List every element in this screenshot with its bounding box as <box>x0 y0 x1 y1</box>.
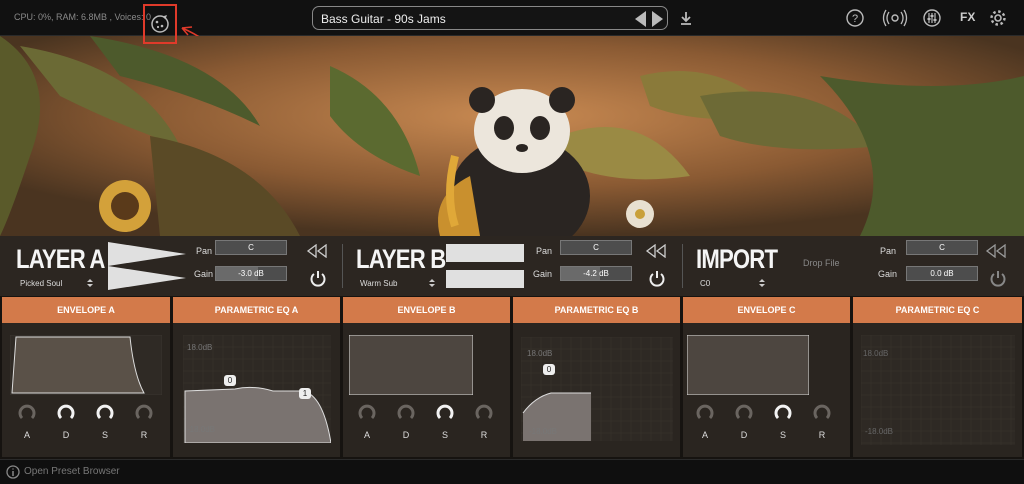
eq-b-db-bottom: -18.0dB <box>529 427 558 436</box>
knob-c-d[interactable] <box>735 404 753 422</box>
knob-label-d: D <box>740 430 748 440</box>
layer-b-instrument[interactable]: Warm Sub <box>360 279 398 288</box>
import-power-icon[interactable] <box>989 269 1007 287</box>
knob-label-a: A <box>701 430 708 440</box>
layer-b-title: LAYER B <box>356 244 446 274</box>
knob-c-r[interactable] <box>813 404 831 422</box>
import-pan-field[interactable]: C <box>906 240 978 255</box>
eq-a-panel: 18.0dB -18.0dB 0 1 <box>173 323 340 457</box>
layer-a-select-icon[interactable] <box>86 278 94 288</box>
dice-icon <box>151 15 169 33</box>
drop-file-zone[interactable]: Drop File <box>803 258 840 268</box>
import-gain-field[interactable]: 0.0 dB <box>906 266 978 281</box>
tab-envelope-a[interactable]: ENVELOPE A <box>2 297 170 323</box>
gear-icon[interactable] <box>988 8 1008 28</box>
layer-a-gain-label: Gain <box>194 269 214 279</box>
import-root-note[interactable]: C0 <box>700 279 710 288</box>
knob-a-s[interactable] <box>96 404 114 422</box>
eq-a-db-bottom: -18.0dB <box>187 425 216 434</box>
knob-label-s: S <box>441 430 448 440</box>
import-title: IMPORT <box>696 244 778 274</box>
layer-a-power-icon[interactable] <box>309 269 327 287</box>
eq-b-node-0[interactable]: 0 <box>543 364 555 375</box>
knob-a-r[interactable] <box>135 404 153 422</box>
daisy-illustration <box>626 200 654 228</box>
knob-label-a: A <box>363 430 370 440</box>
knob-b-s[interactable] <box>436 404 454 422</box>
layer-a-title: LAYER A <box>16 244 105 274</box>
layer-a-waveform <box>108 242 186 290</box>
knob-b-a[interactable] <box>358 404 376 422</box>
eq-b-db-top: 18.0dB <box>527 349 553 358</box>
knob-c-s[interactable] <box>774 404 792 422</box>
knob-label-d: D <box>62 430 70 440</box>
layer-divider <box>342 244 343 288</box>
sunflower-illustration <box>99 180 151 232</box>
tab-parametric-eq-b[interactable]: PARAMETRIC EQ B <box>513 297 680 323</box>
svg-text:?: ? <box>852 13 858 25</box>
layer-b-gain-field[interactable]: -4.2 dB <box>560 266 632 281</box>
layer-a-gain-field[interactable]: -3.0 dB <box>215 266 287 281</box>
knob-b-r[interactable] <box>475 404 493 422</box>
next-preset-icon[interactable] <box>652 11 663 27</box>
prev-preset-icon[interactable] <box>635 11 646 27</box>
hero-artwork <box>0 36 1024 236</box>
knob-label-r: R <box>480 430 488 440</box>
layer-divider <box>682 244 683 288</box>
eq-a-node-0[interactable]: 0 <box>224 375 236 386</box>
envelope-a-graph[interactable] <box>10 335 162 395</box>
randomize-button[interactable] <box>143 4 177 44</box>
knob-label-r: R <box>818 430 826 440</box>
open-preset-browser-link[interactable]: Open Preset Browser <box>24 466 120 477</box>
layer-strip: LAYER A Picked Soul Pan C Gain -3.0 dB L… <box>0 236 1024 296</box>
tab-parametric-eq-a[interactable]: PARAMETRIC EQ A <box>173 297 340 323</box>
envelope-b-graph[interactable] <box>349 335 473 395</box>
layer-b-pan-field[interactable]: C <box>560 240 632 255</box>
eq-a-node-1[interactable]: 1 <box>299 388 311 399</box>
layer-b-pan-label: Pan <box>536 246 553 256</box>
tab-parametric-eq-c[interactable]: PARAMETRIC EQ C <box>853 297 1022 323</box>
knob-label-s: S <box>101 430 108 440</box>
import-gain-label: Gain <box>878 269 898 279</box>
import-pan-label: Pan <box>880 246 897 256</box>
import-select-icon[interactable] <box>758 278 766 288</box>
import-reverse-icon[interactable] <box>985 244 1007 258</box>
knob-a-a[interactable] <box>18 404 36 422</box>
layer-a-pan-field[interactable]: C <box>215 240 287 255</box>
knob-label-s: S <box>779 430 786 440</box>
download-icon[interactable] <box>676 8 696 28</box>
layer-b-waveform <box>446 244 524 288</box>
mixer-icon[interactable] <box>922 8 942 28</box>
preset-selector[interactable]: Bass Guitar - 90s Jams <box>312 6 668 30</box>
knob-label-a: A <box>23 430 30 440</box>
fx-button[interactable]: FX <box>960 10 975 24</box>
layer-b-gain-label: Gain <box>533 269 553 279</box>
eq-b-panel: 18.0dB -18.0dB 0 <box>513 323 680 457</box>
layer-b-reverse-icon[interactable] <box>645 244 667 258</box>
envelope-c-graph[interactable] <box>687 335 809 395</box>
knob-label-r: R <box>140 430 148 440</box>
top-bar: CPU: 0%, RAM: 6.8MB , Voices: 0 Bass Gui… <box>0 0 1024 44</box>
info-icon[interactable] <box>6 465 20 479</box>
midi-icon[interactable] <box>882 8 908 28</box>
layer-b-select-icon[interactable] <box>428 278 436 288</box>
knob-b-d[interactable] <box>397 404 415 422</box>
knob-a-d[interactable] <box>57 404 75 422</box>
tab-envelope-b[interactable]: ENVELOPE B <box>343 297 510 323</box>
eq-a-db-top: 18.0dB <box>187 343 213 352</box>
tab-envelope-c[interactable]: ENVELOPE C <box>683 297 850 323</box>
knob-label-d: D <box>402 430 410 440</box>
eq-c-panel: 18.0dB -18.0dB <box>853 323 1022 457</box>
status-readout: CPU: 0%, RAM: 6.8MB , Voices: 0 <box>14 12 152 22</box>
layer-a-reverse-icon[interactable] <box>306 244 328 258</box>
layer-b-power-icon[interactable] <box>648 269 666 287</box>
layer-a-pan-label: Pan <box>196 246 213 256</box>
eq-c-db-bottom: -18.0dB <box>865 427 894 436</box>
help-icon[interactable]: ? <box>845 8 865 28</box>
preset-name: Bass Guitar - 90s Jams <box>321 12 446 26</box>
bottom-bar: Open Preset Browser <box>0 459 1024 484</box>
knob-c-a[interactable] <box>696 404 714 422</box>
eq-c-db-top: 18.0dB <box>863 349 889 358</box>
layer-a-instrument[interactable]: Picked Soul <box>20 279 62 288</box>
